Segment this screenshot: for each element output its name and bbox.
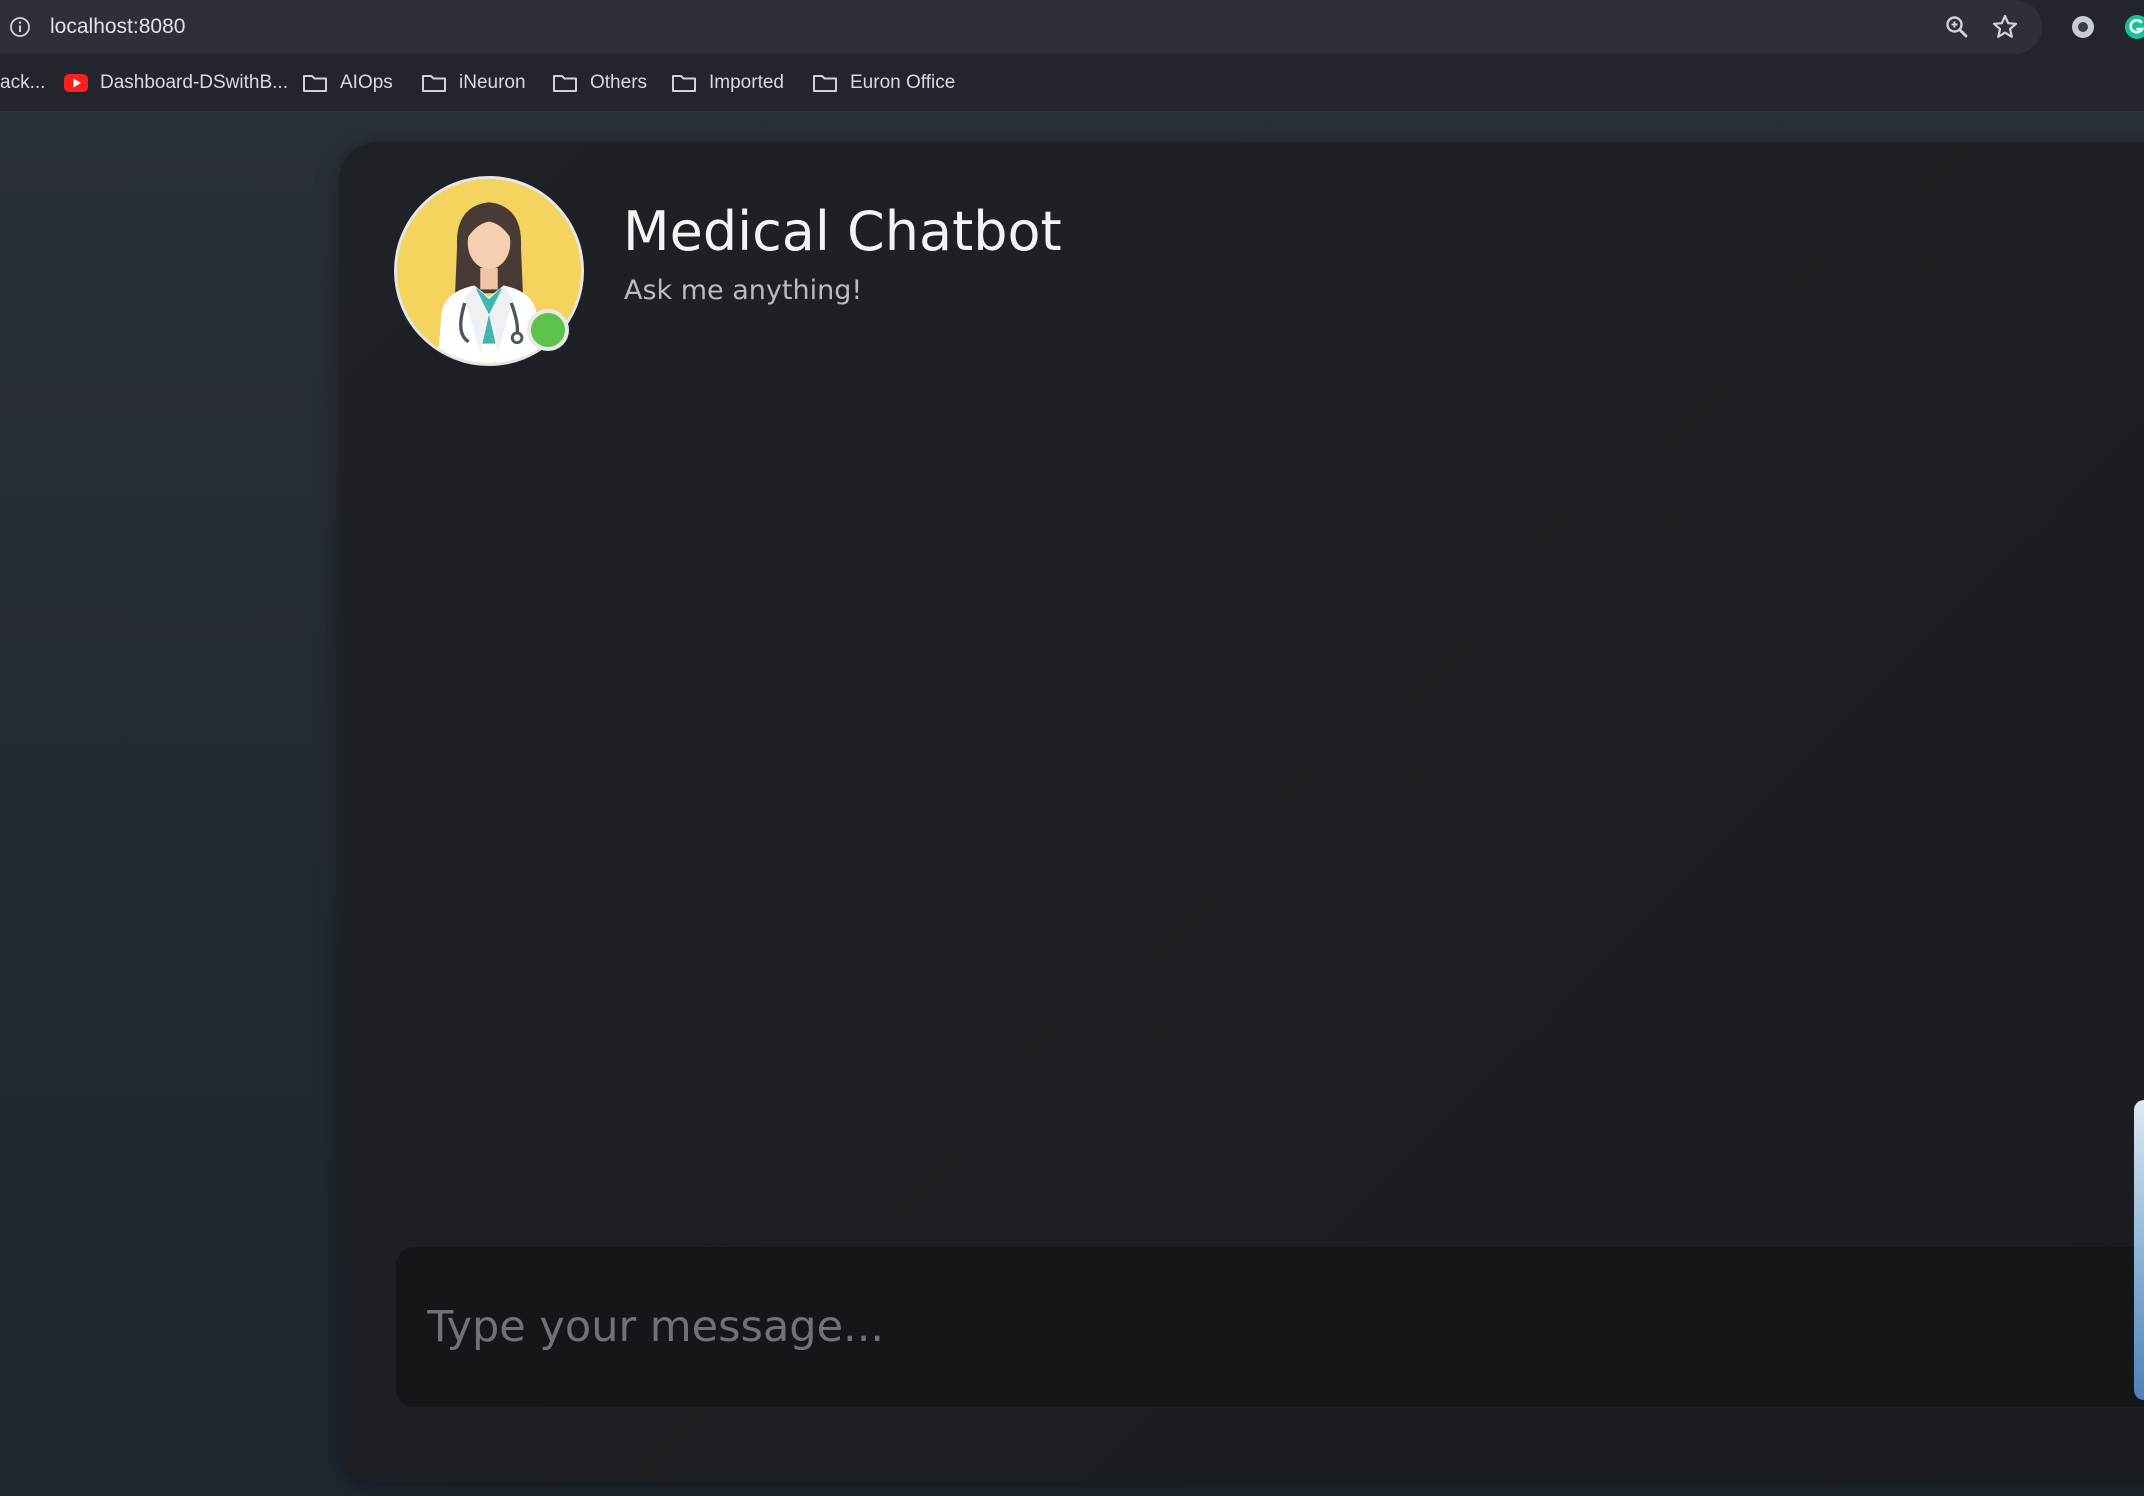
bookmark-item[interactable]: ack... [0,69,45,97]
bookmark-label: Dashboard-DSwithB... [100,72,288,93]
bookmark-item[interactable]: Others [552,69,647,97]
folder-icon [303,75,327,92]
url-text[interactable]: localhost:8080 [50,14,185,40]
address-bar[interactable]: localhost:8080 [0,0,2042,54]
message-list [394,402,2144,1002]
bookmark-item[interactable]: Dashboard-DSwithB... [64,69,288,97]
bookmark-item[interactable]: AIOps [302,69,393,97]
bookmark-label: Euron Office [850,72,956,93]
bookmark-item[interactable]: Euron Office [812,69,955,97]
bookmark-item[interactable]: Imported [671,69,784,97]
message-input[interactable] [396,1247,2096,1407]
bookmark-label: ack... [0,72,46,93]
bookmark-label: iNeuron [459,72,526,93]
bookmark-item[interactable]: iNeuron [421,69,526,97]
page-title: Medical Chatbot [623,200,1062,263]
avatar-container [394,176,584,366]
folder-icon [672,75,696,92]
bookmark-label: AIOps [340,72,393,93]
folder-icon [553,75,577,92]
screen-edge-overlay [2134,1100,2144,1400]
youtube-icon [64,74,88,92]
folder-icon [422,75,446,92]
zoom-icon[interactable] [1942,12,1972,42]
bookmarks-bar: ack... Dashboard-DSwithB... AIOps iNeuro… [0,54,2144,112]
online-status-indicator [527,309,569,351]
page-subtitle: Ask me anything! [624,275,863,306]
browser-toolbar: localhost:8080 [0,0,2144,54]
bookmark-label: Others [590,72,648,93]
page-body: Medical Chatbot Ask me anything! [0,112,2144,1496]
bookmark-label: Imported [709,72,784,93]
message-input-bar [396,1247,2144,1407]
folder-icon [813,75,837,92]
star-icon[interactable] [1990,12,2020,42]
info-icon[interactable] [8,15,32,39]
chat-card: Medical Chatbot Ask me anything! [339,142,2144,1482]
grammarly-icon[interactable] [2122,12,2144,42]
extension-icon[interactable] [2068,12,2098,42]
